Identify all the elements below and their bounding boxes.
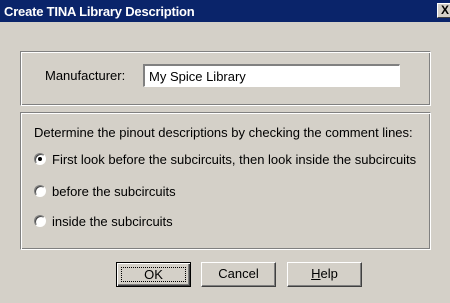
cancel-button-label: Cancel [218,266,259,281]
radio-label: First look before the subcircuits, then … [52,151,417,167]
radio-option-inside[interactable]: inside the subcircuits [34,212,173,230]
ok-button[interactable]: OK [116,262,191,287]
radio-label: before the subcircuits [52,183,176,199]
close-button[interactable]: X [437,3,450,18]
help-button-mnemonic: H [311,266,321,281]
pinout-instruction: Determine the pinout descriptions by che… [34,125,413,140]
ok-button-label: OK [121,267,186,282]
create-library-dialog: Create TINA Library Description X Manufa… [0,0,450,303]
radio-button[interactable] [34,185,46,197]
radio-label: inside the subcircuits [52,213,173,229]
help-button[interactable]: Help [287,262,362,287]
close-icon: X [440,3,449,17]
radio-option-before[interactable]: before the subcircuits [34,182,176,200]
radio-option-before-then-inside[interactable]: First look before the subcircuits, then … [34,150,416,168]
window-title: Create TINA Library Description [4,4,195,19]
manufacturer-label: Manufacturer: [45,68,126,83]
radio-button-checked[interactable] [34,153,46,165]
cancel-button[interactable]: Cancel [201,262,276,287]
help-button-label: elp [320,266,338,281]
radio-button[interactable] [34,215,46,227]
title-bar[interactable]: Create TINA Library Description X [0,0,450,22]
manufacturer-input[interactable] [143,64,400,87]
